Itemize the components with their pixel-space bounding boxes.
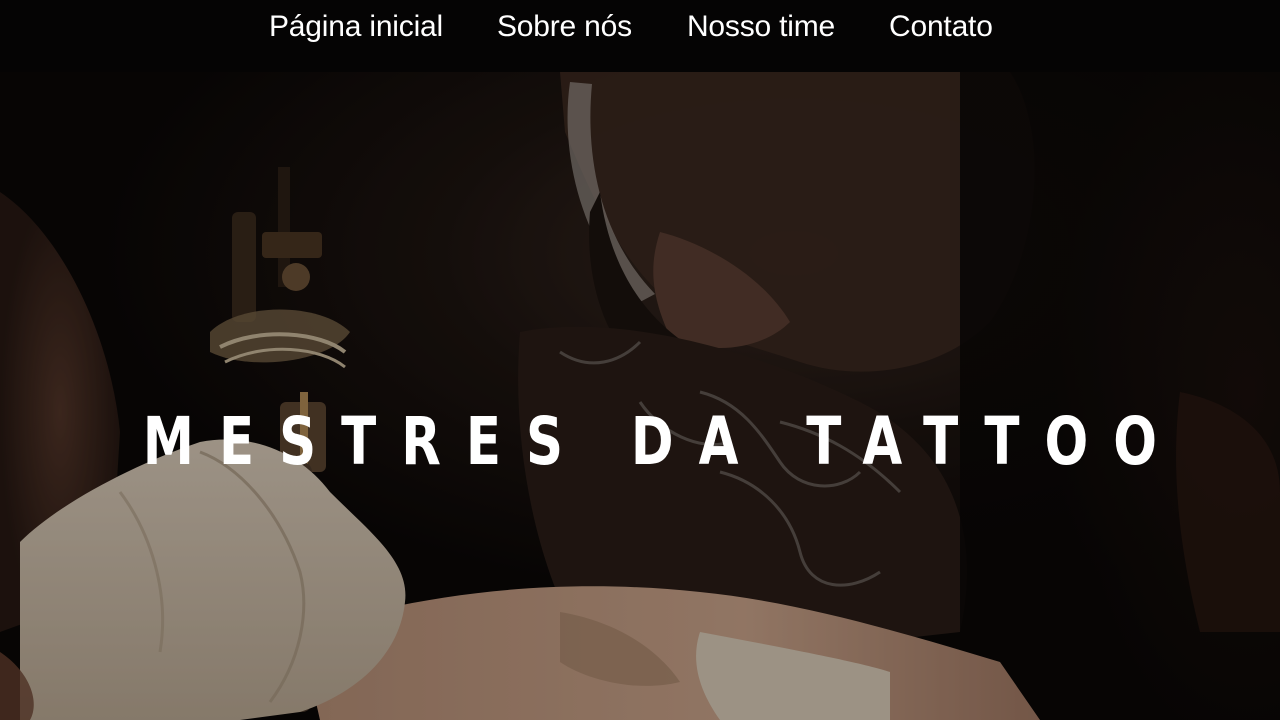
hero-section: MESTRES DA TATTOO [0, 72, 1280, 720]
nav-item-team: Nosso time [687, 9, 835, 45]
nav-menu: Página inicial Sobre nós Nosso time Cont… [269, 9, 993, 45]
top-navigation: Página inicial Sobre nós Nosso time Cont… [0, 0, 1280, 72]
nav-link-about[interactable]: Sobre nós [497, 9, 632, 45]
nav-item-home: Página inicial [269, 9, 443, 45]
nav-item-contact: Contato [889, 9, 993, 45]
nav-item-about: Sobre nós [497, 9, 632, 45]
nav-link-home[interactable]: Página inicial [269, 9, 443, 45]
hero-title: MESTRES DA TATTOO [142, 403, 1182, 481]
hero-dark-overlay [0, 72, 1280, 720]
nav-link-team[interactable]: Nosso time [687, 9, 835, 45]
page: Página inicial Sobre nós Nosso time Cont… [0, 0, 1280, 720]
nav-link-contact[interactable]: Contato [889, 9, 993, 45]
